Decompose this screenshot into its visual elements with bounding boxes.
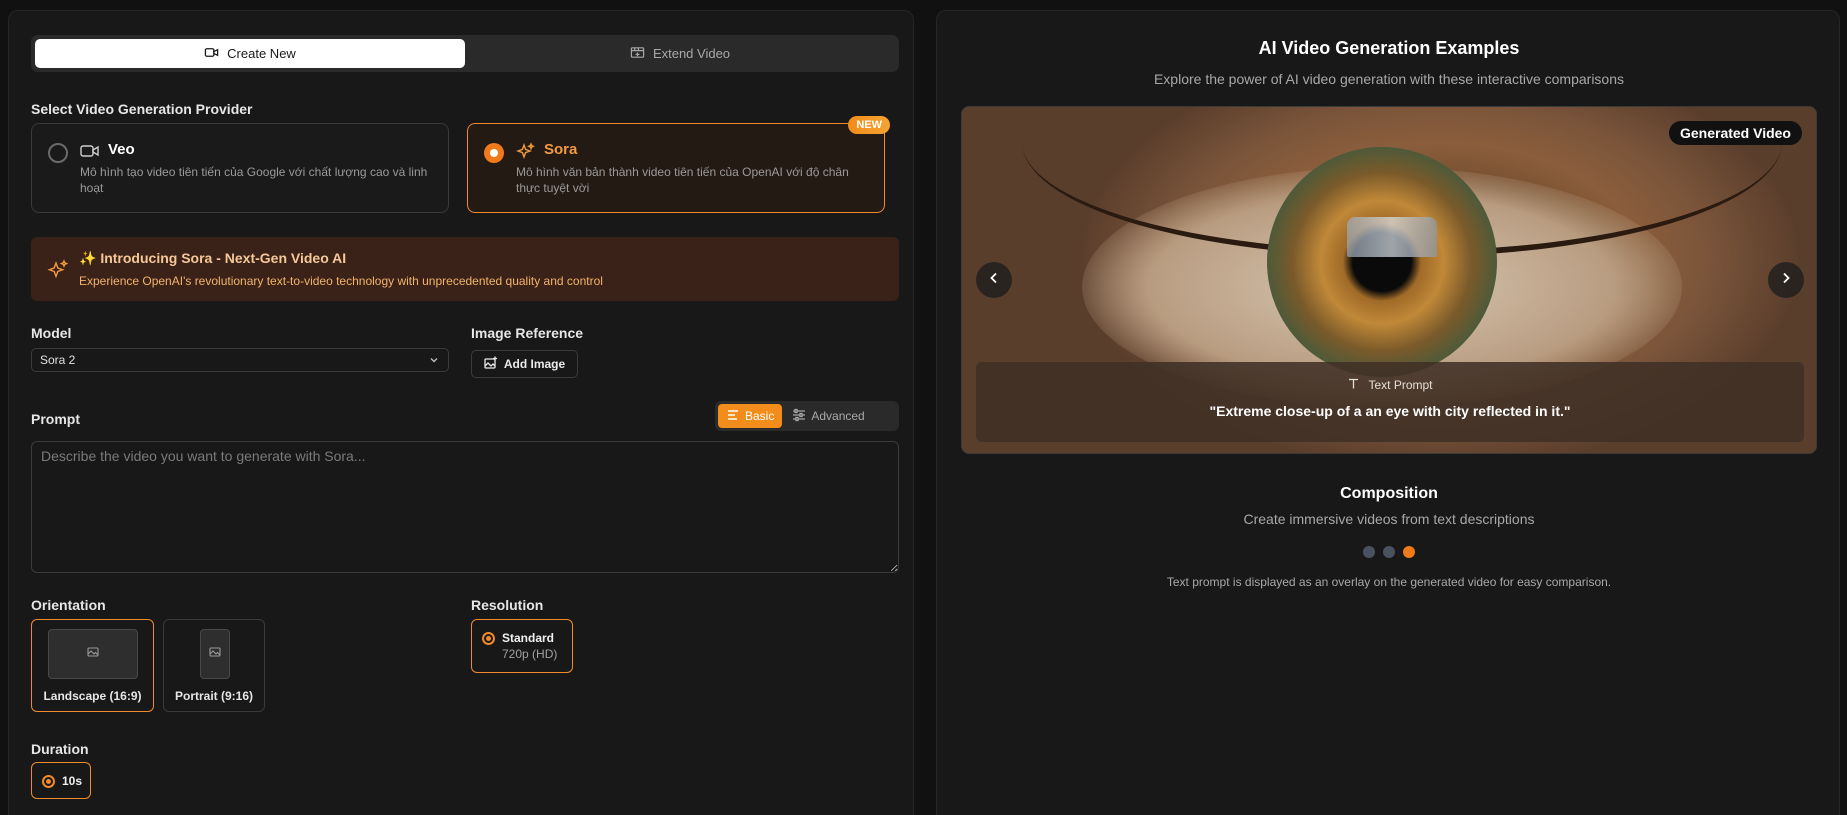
carousel-dots — [937, 546, 1841, 558]
overlay-label: Text Prompt — [1368, 378, 1433, 392]
tab-label: Create New — [227, 46, 296, 61]
sparkles-icon — [515, 142, 536, 160]
next-button[interactable] — [1768, 262, 1804, 298]
add-image-button[interactable]: Add Image — [471, 350, 578, 378]
radio-sora[interactable] — [484, 143, 504, 163]
tab-create-new[interactable]: Create New — [35, 39, 465, 68]
carousel-dot-active[interactable] — [1403, 546, 1415, 558]
radio-selected-icon — [42, 775, 55, 788]
model-value: Sora 2 — [40, 353, 76, 367]
tab-extend-video[interactable]: Extend Video — [465, 39, 895, 68]
carousel-dot[interactable] — [1363, 546, 1375, 558]
carousel-dot[interactable] — [1383, 546, 1395, 558]
orientation-landscape[interactable]: Landscape (16:9) — [31, 619, 154, 712]
image-icon — [209, 645, 221, 663]
provider-title: Sora — [544, 141, 578, 158]
model-label: Model — [31, 325, 72, 341]
image-plus-icon — [484, 356, 498, 373]
orientation-option-label: Landscape (16:9) — [43, 689, 142, 703]
portrait-preview — [200, 629, 230, 679]
provider-desc: Mô hình tạo video tiên tiến của Google v… — [80, 165, 428, 195]
iris — [1267, 147, 1497, 377]
video-icon — [204, 45, 219, 63]
mode-tabs: Create New Extend Video — [31, 35, 899, 72]
prompt-overlay: Text Prompt "Extreme close-up of a an ey… — [976, 362, 1804, 442]
chevron-down-icon — [428, 354, 440, 366]
prompt-input[interactable] — [31, 441, 899, 573]
text-type-icon — [1347, 377, 1360, 393]
prev-button[interactable] — [976, 262, 1012, 298]
city-reflection — [1347, 217, 1437, 257]
sliders-icon — [792, 408, 806, 425]
banner-title: ✨ Introducing Sora - Next-Gen Video AI — [79, 250, 347, 266]
landscape-preview — [48, 629, 138, 679]
provider-title: Veo — [108, 141, 135, 158]
resolution-title: Standard — [502, 631, 555, 645]
text-align-icon — [726, 408, 740, 425]
provider-card-veo[interactable]: Veo Mô hình tạo video tiên tiến của Goog… — [31, 123, 449, 213]
chevron-right-icon — [1779, 271, 1793, 290]
resolution-sub: 720p (HD) — [502, 647, 558, 661]
tab-label: Extend Video — [652, 46, 731, 61]
sora-intro-banner: ✨ Introducing Sora - Next-Gen Video AI E… — [31, 237, 899, 301]
provider-desc: Mô hình văn bản thành video tiên tiến củ… — [516, 165, 849, 195]
duration-value: 10s — [62, 774, 83, 788]
examples-subtitle: Explore the power of AI video generation… — [1153, 71, 1625, 87]
provider-card-sora[interactable]: Sora Mô hình văn bản thành video tiên ti… — [467, 116, 890, 213]
model-select[interactable]: Sora 2 — [31, 348, 449, 372]
example-video: Generated Video Text Prompt "Extreme clo… — [961, 106, 1817, 454]
film-plus-icon — [630, 45, 645, 63]
prompt-mode-toggle: Basic Advanced — [715, 401, 899, 431]
orientation-option-label: Portrait (9:16) — [174, 689, 254, 703]
orientation-label: Orientation — [31, 597, 106, 613]
sparkles-icon — [47, 259, 69, 281]
mode-advanced[interactable]: Advanced — [784, 404, 872, 428]
mode-basic[interactable]: Basic — [718, 404, 783, 428]
orientation-portrait[interactable]: Portrait (9:16) — [163, 619, 265, 712]
chevron-left-icon — [987, 271, 1001, 290]
video-icon — [80, 142, 100, 160]
overlay-header: Text Prompt — [976, 377, 1804, 393]
composition-title: Composition — [1340, 485, 1438, 502]
banner-desc: Experience OpenAI's revolutionary text-t… — [79, 274, 603, 288]
radio-selected-icon — [482, 632, 495, 645]
mode-label: Advanced — [811, 409, 865, 423]
resolution-label: Resolution — [471, 597, 544, 613]
examples-caption: Text prompt is displayed as an overlay o… — [1166, 575, 1612, 589]
new-badge: NEW — [848, 116, 890, 134]
image-ref-label: Image Reference — [471, 325, 584, 341]
examples-panel: AI Video Generation Examples Explore the… — [936, 10, 1840, 815]
generated-video-badge: Generated Video — [1668, 121, 1802, 145]
provider-label: Select Video Generation Provider — [31, 101, 253, 117]
prompt-label: Prompt — [31, 411, 80, 427]
overlay-prompt-text: "Extreme close-up of a an eye with city … — [1209, 403, 1571, 419]
radio-veo[interactable] — [48, 143, 68, 163]
duration-10s[interactable]: 10s — [31, 762, 91, 799]
composition-subtitle: Create immersive videos from text descri… — [1243, 511, 1535, 527]
resolution-standard[interactable]: Standard 720p (HD) — [471, 619, 573, 673]
app: Create New Extend Video Select Video Gen… — [0, 0, 1847, 815]
image-icon — [87, 645, 99, 663]
examples-title: AI Video Generation Examples — [1258, 38, 1520, 58]
duration-label: Duration — [31, 741, 89, 757]
add-image-label: Add Image — [503, 357, 566, 371]
mode-label: Basic — [745, 409, 775, 423]
generator-panel: Create New Extend Video Select Video Gen… — [8, 10, 914, 815]
